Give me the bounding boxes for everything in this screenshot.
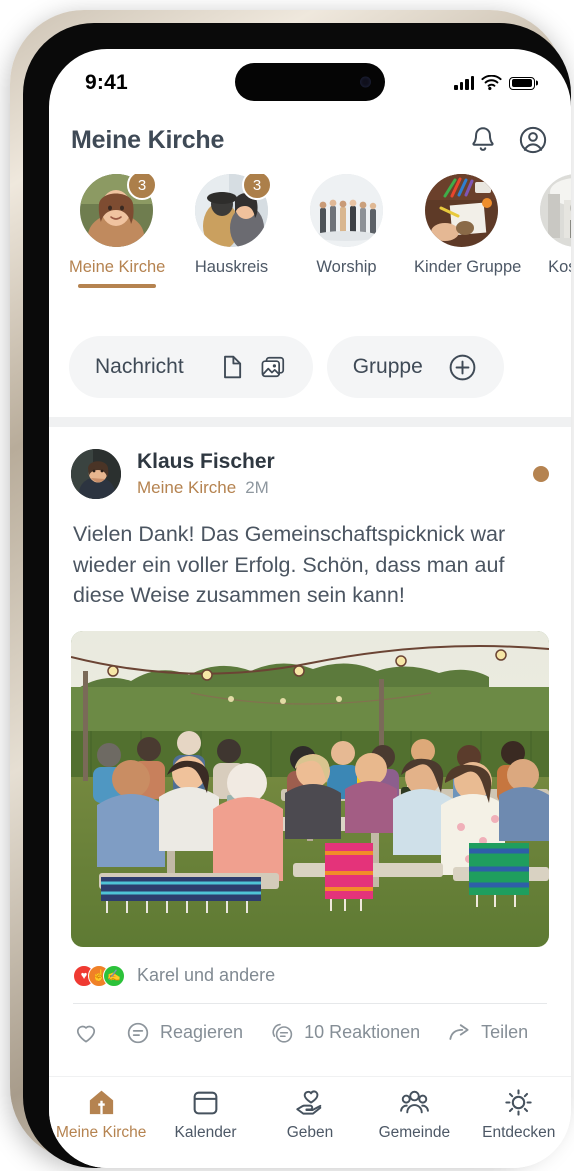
stories-carousel[interactable]: 3 Meine Kirche 3 Hauskreis Worship Kinde… [49, 174, 571, 319]
tab-kalender[interactable]: Kalender [156, 1087, 256, 1142]
status-bar-time: 9:41 [85, 71, 128, 94]
react-label: Reagieren [160, 1022, 244, 1043]
phone-body: 9:41 Meine Kirche 3 Meine Kirche 3 Hausk… [23, 23, 571, 1168]
battery-icon [509, 76, 535, 90]
post-body-text: Vielen Dank! Das Gemeinschaftspicknick w… [73, 522, 506, 608]
story-item-hauskreis[interactable]: 3 Hauskreis [184, 174, 279, 277]
feed-post: Klaus Fischer Meine Kirche 2M Vielen Dan… [49, 427, 571, 1046]
double-bubble-icon[interactable] [269, 1020, 295, 1046]
new-group-label: Gruppe [352, 355, 423, 378]
calendar-icon [193, 1091, 218, 1115]
story-avatar-box[interactable]: 3 [195, 174, 272, 247]
photo-stack-icon[interactable] [259, 353, 287, 381]
speech-bubble-icon[interactable] [125, 1020, 151, 1046]
front-camera-icon [360, 76, 371, 88]
page-title: Meine Kirche [71, 125, 225, 154]
share-button[interactable]: Teilen [446, 1020, 528, 1046]
unread-dot [533, 466, 549, 482]
story-active-indicator [77, 284, 156, 288]
composer-row: Nachricht Gruppe [49, 330, 571, 404]
story-label: Kostbar [548, 258, 571, 276]
tab-label: Gemeinde [378, 1124, 451, 1141]
share-label: Teilen [481, 1022, 529, 1043]
screenshot-root: 9:41 Meine Kirche 3 Meine Kirche 3 Hausk… [0, 0, 574, 1171]
dynamic-island [235, 63, 385, 101]
post-author-name[interactable]: Klaus Fischer [137, 450, 533, 474]
bell-icon[interactable] [467, 124, 499, 156]
new-message-button[interactable]: Nachricht [69, 336, 313, 398]
story-item-meine-kirche[interactable]: 3 Meine Kirche [69, 174, 166, 288]
status-bar-indicators [454, 75, 535, 91]
reaction-praise-icon: ✍ [103, 964, 125, 987]
heart-icon[interactable] [73, 1020, 99, 1046]
hand-heart-icon [296, 1090, 322, 1115]
post-timestamp: 2M [245, 478, 269, 498]
story-item-worship[interactable]: Worship [299, 174, 394, 277]
plus-circle-icon[interactable] [447, 352, 478, 383]
new-group-button[interactable]: Gruppe [326, 336, 504, 398]
story-avatar-box[interactable] [425, 174, 498, 247]
story-item-kostbar[interactable]: Kostbar [529, 174, 571, 277]
cellular-signal-icon [454, 76, 474, 90]
tab-label: Entdecken [482, 1124, 556, 1141]
app-header: Meine Kirche [49, 111, 571, 169]
reaction-summary-text: Karel und andere [137, 965, 276, 986]
tab-meine-kirche[interactable]: Meine Kirche [51, 1087, 151, 1142]
header-actions [467, 124, 549, 156]
story-avatar-box[interactable]: 3 [80, 174, 157, 247]
sun-icon [505, 1089, 532, 1116]
like-button[interactable] [73, 1020, 99, 1046]
react-button[interactable]: Reagieren [125, 1020, 243, 1046]
tab-entdecken[interactable]: Entdecken [469, 1087, 569, 1142]
people-group-icon [399, 1090, 429, 1114]
church-home-icon [89, 1090, 113, 1115]
reactions-count-button[interactable]: 10 Reaktionen [269, 1020, 420, 1046]
document-icon[interactable] [218, 353, 246, 381]
reactions-count-label: 10 Reaktionen [304, 1022, 421, 1043]
story-avatar-box[interactable] [540, 174, 571, 247]
tab-label: Geben [286, 1124, 334, 1141]
story-avatar-image [310, 174, 383, 247]
story-label: Kinder Gruppe [414, 258, 522, 276]
wifi-icon [481, 75, 502, 91]
post-author-avatar[interactable] [71, 449, 121, 499]
tab-label: Kalender [174, 1124, 237, 1141]
story-avatar-box[interactable] [310, 174, 383, 247]
tab-label: Meine Kirche [55, 1124, 147, 1141]
section-divider [49, 417, 571, 427]
share-arrow-icon[interactable] [446, 1020, 472, 1046]
user-circle-icon[interactable] [517, 124, 549, 156]
post-subtitle: Meine Kirche 2M [137, 478, 533, 498]
post-header: Klaus Fischer Meine Kirche 2M [49, 427, 571, 499]
post-image[interactable] [71, 630, 549, 947]
phone-frame: 9:41 Meine Kirche 3 Meine Kirche 3 Hausk… [10, 10, 571, 1168]
story-label: Meine Kirche [69, 258, 166, 276]
story-avatar-image [540, 174, 571, 247]
new-message-label: Nachricht [95, 355, 184, 378]
composer-icons [218, 353, 287, 381]
post-meta: Klaus Fischer Meine Kirche 2M [137, 450, 533, 498]
tab-geben[interactable]: Geben [260, 1087, 360, 1142]
bottom-navigation: Meine Kirche Kalender Geben Gemeinde Ent… [49, 1076, 571, 1168]
story-avatar-image [425, 174, 498, 247]
story-item-kinder-gruppe[interactable]: Kinder Gruppe [414, 174, 522, 277]
reaction-summary-row[interactable]: ♥ ☝ ✍ Karel und andere [49, 947, 571, 987]
story-label: Hauskreis [194, 258, 269, 276]
post-group-name[interactable]: Meine Kirche [137, 478, 236, 498]
tab-gemeinde[interactable]: Gemeinde [364, 1087, 464, 1142]
reaction-emoji-group: ♥ ☝ ✍ [73, 964, 125, 987]
post-action-bar: Reagieren 10 Reaktionen Teilen [49, 1004, 571, 1046]
story-label: Worship [316, 258, 377, 276]
phone-screen: 9:41 Meine Kirche 3 Meine Kirche 3 Hausk… [49, 49, 571, 1168]
